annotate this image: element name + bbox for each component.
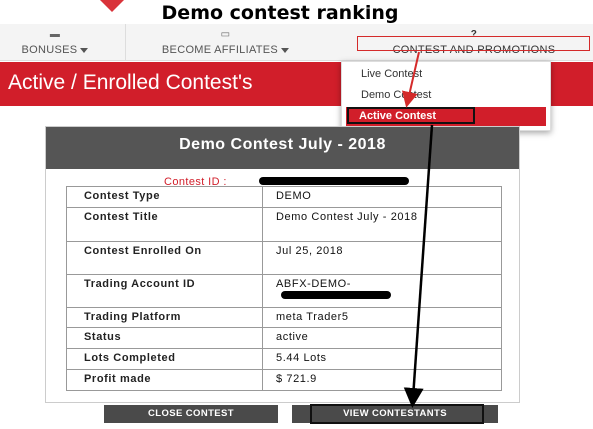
table-row: Contest Title Demo Contest July - 2018 <box>66 207 502 242</box>
decorative-shape <box>100 0 124 12</box>
row-label: Lots Completed <box>66 348 263 370</box>
contest-menu-highlight <box>357 36 590 51</box>
table-row: Status active <box>66 327 502 349</box>
nav-bonuses[interactable]: ▬ BONUSES <box>0 24 110 61</box>
nav-become-affiliates[interactable]: ▭ BECOME AFFILIATES <box>125 24 325 61</box>
row-value: $ 721.9 <box>262 369 502 391</box>
close-contest-button[interactable]: CLOSE CONTEST <box>104 405 278 423</box>
redaction-bar <box>281 291 391 299</box>
row-label: Trading Platform <box>66 307 263 328</box>
chevron-down-icon <box>281 47 290 53</box>
monitor-icon: ▭ <box>220 29 231 40</box>
menu-item-live-contest[interactable]: Live Contest <box>361 68 422 80</box>
table-row: Lots Completed 5.44 Lots <box>66 348 502 370</box>
contest-card: Demo Contest July - 2018 Contest ID : Co… <box>45 126 520 403</box>
nav-bonuses-label: BONUSES <box>21 44 78 56</box>
row-label: Contest Type <box>66 186 263 208</box>
annotation-title: Demo contest ranking <box>161 2 399 24</box>
page-title: Active / Enrolled Contest's <box>8 71 253 94</box>
row-value: Jul 25, 2018 <box>262 241 502 275</box>
row-label: Status <box>66 327 263 349</box>
contest-details-table: Contest Type DEMO Contest Title Demo Con… <box>66 186 502 391</box>
row-value: Demo Contest July - 2018 <box>262 207 502 242</box>
row-label: Contest Title <box>66 207 263 242</box>
redaction-bar <box>259 177 409 185</box>
card-header: Demo Contest July - 2018 <box>46 127 519 169</box>
active-contest-highlight <box>347 107 475 124</box>
table-row: Profit made $ 721.9 <box>66 369 502 391</box>
nav-affiliates-label: BECOME AFFILIATES <box>161 44 279 56</box>
row-label: Contest Enrolled On <box>66 241 263 275</box>
view-contestants-highlight <box>310 404 484 424</box>
gift-icon: ▬ <box>49 29 61 40</box>
table-row: Contest Type DEMO <box>66 186 502 208</box>
contest-title: Demo Contest July - 2018 <box>179 136 386 153</box>
row-value: meta Trader5 <box>262 307 502 328</box>
chevron-down-icon <box>80 47 89 53</box>
menu-item-demo-contest[interactable]: Demo Contest <box>361 89 431 101</box>
table-row: Trading Platform meta Trader5 <box>66 307 502 328</box>
row-label: Profit made <box>66 369 263 391</box>
row-value: DEMO <box>262 186 502 208</box>
row-label: Trading Account ID <box>66 274 263 308</box>
row-value: 5.44 Lots <box>262 348 502 370</box>
row-value: active <box>262 327 502 349</box>
table-row: Contest Enrolled On Jul 25, 2018 <box>66 241 502 275</box>
